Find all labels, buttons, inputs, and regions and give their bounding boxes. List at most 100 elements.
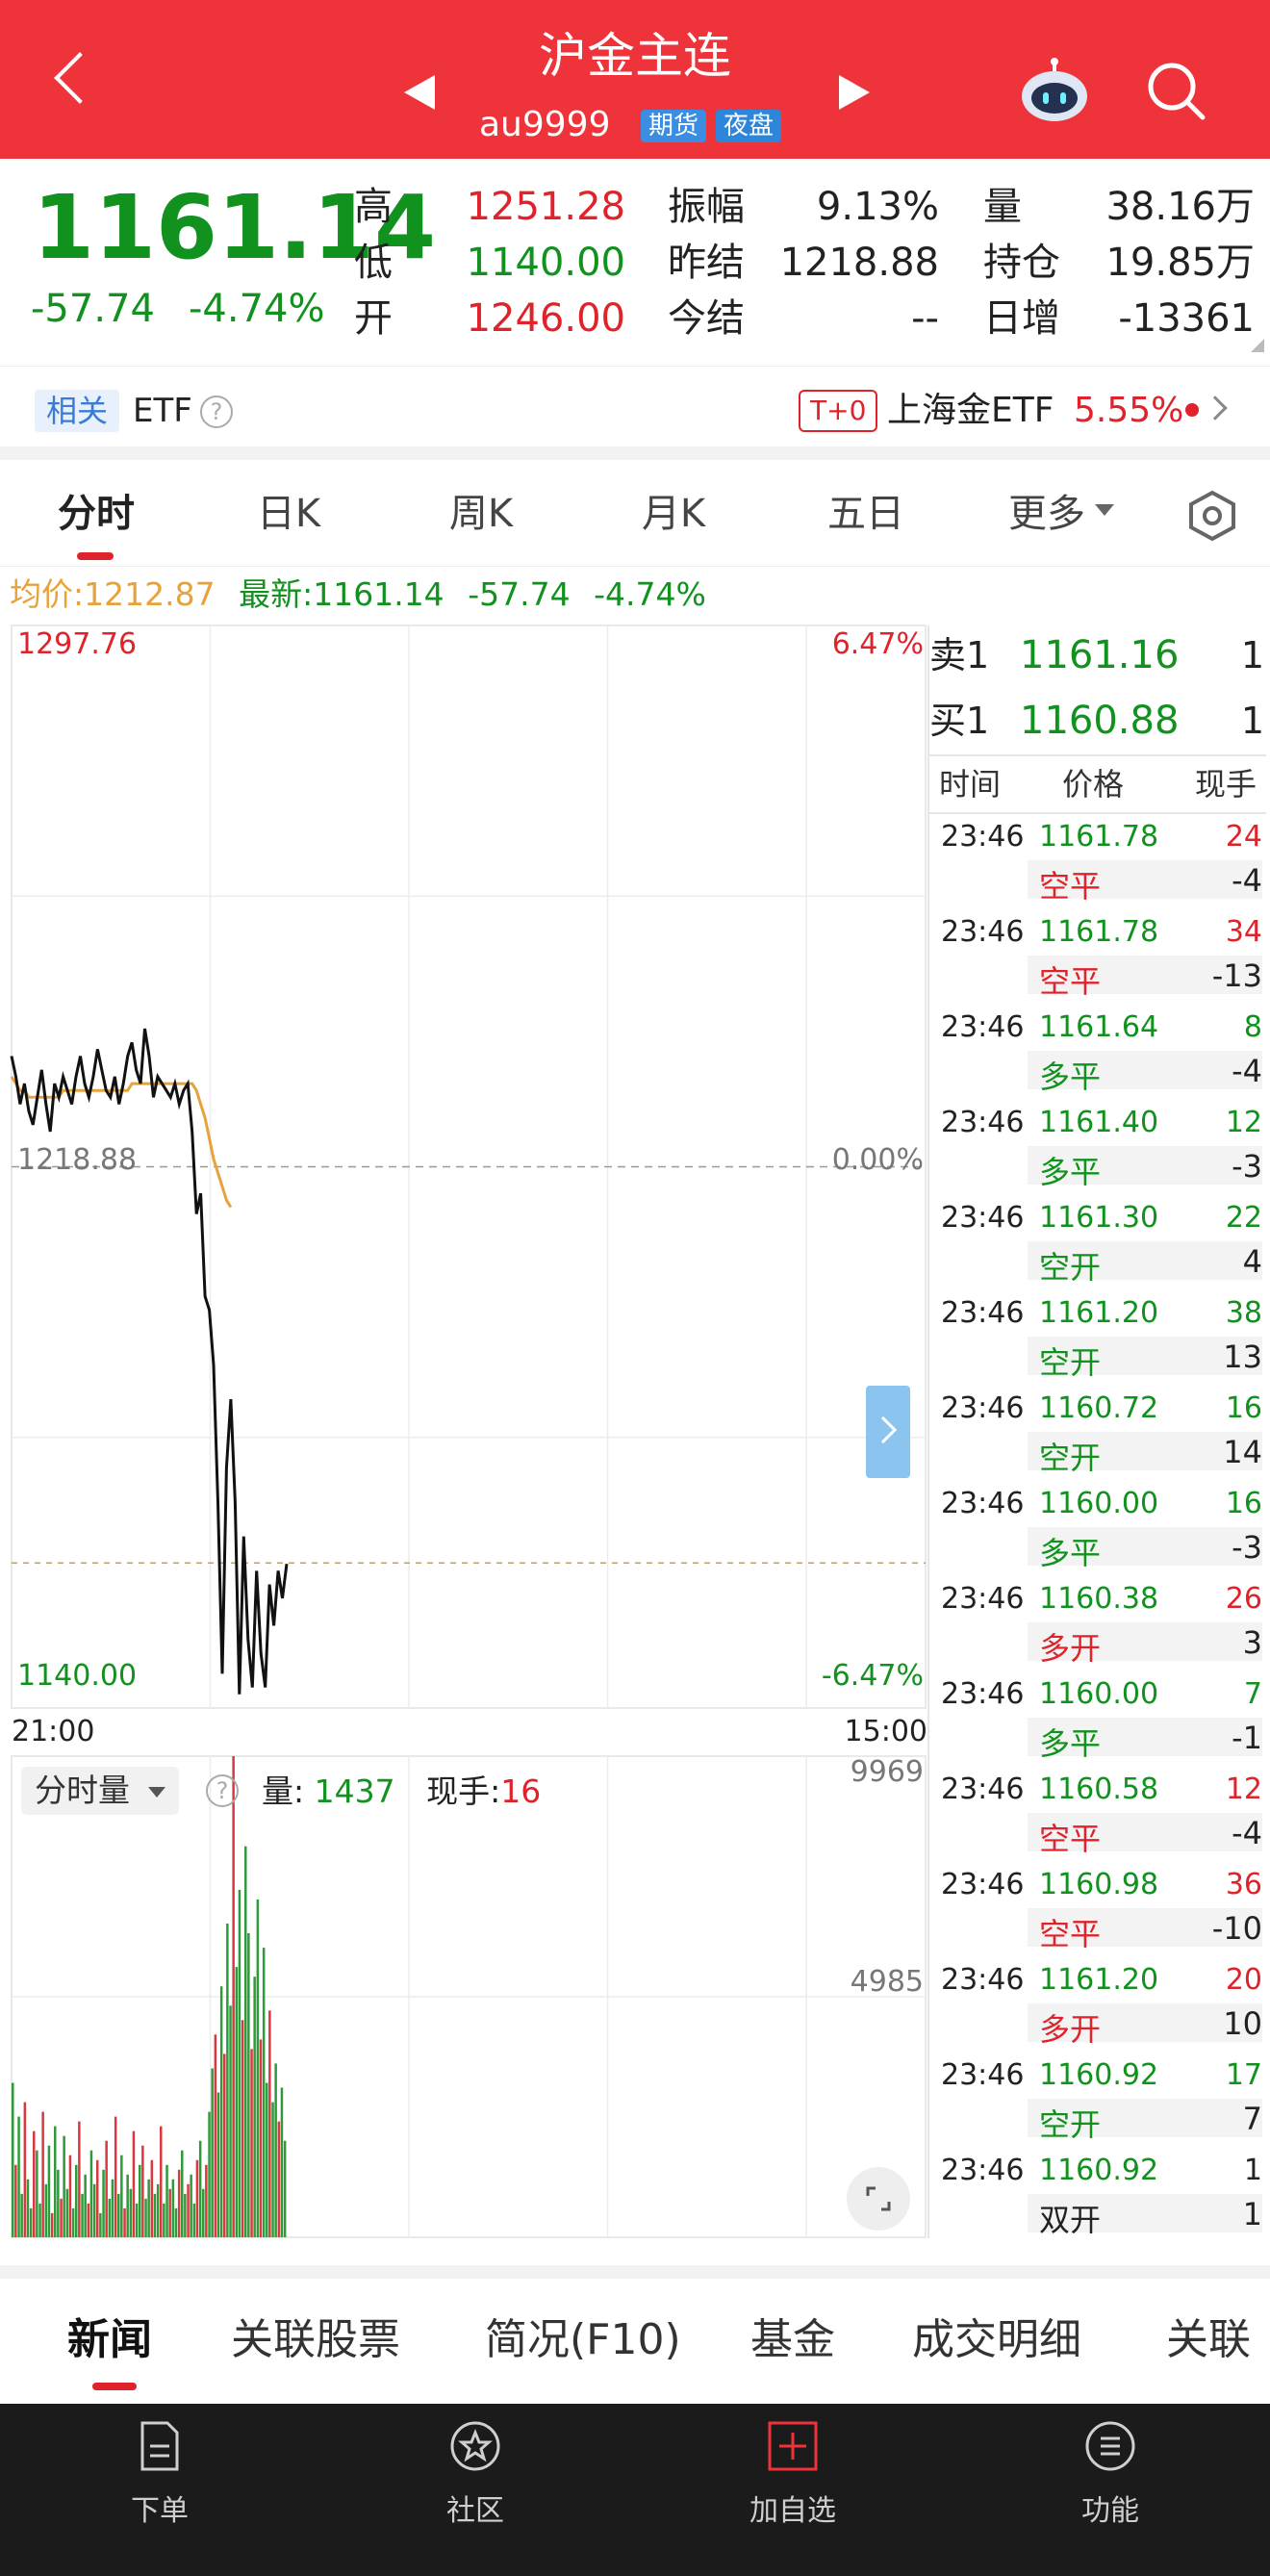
trade-position-change: 3 xyxy=(1242,1624,1262,1661)
divider xyxy=(0,2265,1270,2279)
volume-selector[interactable]: 分时量 xyxy=(21,1767,179,1815)
volume-bar xyxy=(108,2198,112,2237)
tab-monthly-k[interactable]: 月K xyxy=(616,485,731,543)
tab-related-stocks[interactable]: 关联股票 xyxy=(231,2311,400,2369)
trade-type: 多开 xyxy=(1039,2011,1102,2048)
chevron-right-icon xyxy=(869,1416,898,1444)
help-icon[interactable]: ? xyxy=(200,395,233,428)
tab-f10[interactable]: 简况(F10) xyxy=(485,2311,681,2369)
nav-add-watchlist[interactable]: 加自选 xyxy=(706,2404,879,2576)
trade-volume: 36 xyxy=(1225,1868,1262,1901)
volume-bar xyxy=(229,2005,232,2237)
tab-news[interactable]: 新闻 xyxy=(67,2311,152,2369)
trade-price: 1161.78 xyxy=(1039,820,1159,854)
volume-bar xyxy=(268,2010,271,2237)
back-icon[interactable] xyxy=(54,52,106,104)
trade-row: 23:46 1161.78 24 空平 -4 xyxy=(931,814,1262,909)
summary-change-pct: -4.74% xyxy=(594,575,706,613)
tab-intraday[interactable]: 分时 xyxy=(38,485,154,543)
y-mid-label: 1218.88 xyxy=(17,1143,138,1177)
volume-bar xyxy=(165,2164,168,2237)
tab-trade-detail[interactable]: 成交明细 xyxy=(912,2311,1081,2369)
tab-more[interactable]: 更多 xyxy=(999,485,1095,543)
help-icon[interactable]: ? xyxy=(206,1774,239,1807)
etf-bar[interactable]: 相关 ETF ? T+0 上海金ETF 5.55% xyxy=(0,366,1270,452)
nav-order[interactable]: 下单 xyxy=(73,2404,246,2576)
trade-type: 多平 xyxy=(1039,1535,1102,1571)
volume-bar xyxy=(105,2140,108,2237)
latest-price-value: 1161.14 xyxy=(313,575,444,613)
trade-price: 1160.92 xyxy=(1039,2154,1159,2187)
volume-bar xyxy=(247,1933,250,2237)
tab-active-indicator xyxy=(92,2383,137,2390)
trade-price: 1161.30 xyxy=(1039,1201,1159,1235)
trade-position-change: 1 xyxy=(1242,2196,1262,2232)
volume-bar xyxy=(280,2087,284,2237)
prev-contract-icon[interactable] xyxy=(404,75,435,110)
volume-bar xyxy=(17,2116,20,2237)
divider xyxy=(0,446,1270,460)
trade-position-change: -10 xyxy=(1211,1910,1262,1947)
expand-panel-button[interactable] xyxy=(866,1386,910,1478)
contract-code: au9999 xyxy=(479,105,611,144)
volume-bar xyxy=(81,2193,84,2237)
volume-bar xyxy=(259,2039,263,2237)
tab-five-day[interactable]: 五日 xyxy=(808,485,924,543)
volume-bar xyxy=(102,2169,105,2237)
intraday-chart[interactable] xyxy=(0,616,931,2242)
page-title: 沪金主连 xyxy=(539,28,731,84)
robot-assistant-icon[interactable] xyxy=(1018,58,1091,125)
search-icon[interactable] xyxy=(1145,60,1208,123)
trade-volume: 38 xyxy=(1225,1296,1262,1330)
nav-community[interactable]: 社区 xyxy=(389,2404,562,2576)
fullscreen-button[interactable] xyxy=(847,2167,910,2231)
volume-bar xyxy=(129,2188,133,2237)
nav-functions[interactable]: 功能 xyxy=(1024,2404,1197,2576)
volume-bar xyxy=(120,2155,123,2237)
tab-related[interactable]: 关联 xyxy=(1166,2311,1251,2369)
volume-bar xyxy=(156,2183,160,2237)
trade-volume: 22 xyxy=(1225,1201,1262,1235)
tab-daily-k[interactable]: 日K xyxy=(231,485,346,543)
latest-price-label: 最新: xyxy=(239,575,314,613)
nav-add-watchlist-label: 加自选 xyxy=(749,2494,836,2528)
next-contract-icon[interactable] xyxy=(839,75,870,110)
quote-field-label: 今结 xyxy=(668,296,745,341)
bid-label: 买1 xyxy=(929,700,990,742)
volume-top-label: 9969 xyxy=(850,1755,924,1789)
trade-type: 双开 xyxy=(1039,2202,1102,2238)
trade-row: 23:46 1160.98 36 空平 -10 xyxy=(931,1862,1262,1957)
volume-bar xyxy=(26,2179,30,2237)
trade-price: 1161.20 xyxy=(1039,1963,1159,1997)
trade-type: 多平 xyxy=(1039,1058,1102,1095)
trade-time: 23:46 xyxy=(941,1868,1025,1901)
tab-fund[interactable]: 基金 xyxy=(750,2311,835,2369)
status-dot xyxy=(1185,403,1199,417)
divider xyxy=(927,625,929,2238)
trade-row: 23:46 1160.38 26 多开 3 xyxy=(931,1576,1262,1671)
volume-bar xyxy=(68,2155,72,2237)
volume-bar xyxy=(132,2130,136,2237)
volume-bar xyxy=(256,1899,260,2237)
tab-weekly-k[interactable]: 周K xyxy=(423,485,539,543)
trade-volume: 7 xyxy=(1243,1677,1262,1711)
trade-row: 23:46 1161.40 12 多平 -3 xyxy=(931,1100,1262,1195)
volume-bar xyxy=(36,2150,38,2237)
trade-price: 1160.58 xyxy=(1039,1773,1159,1806)
volume-bar xyxy=(38,2203,41,2237)
volume-bar xyxy=(20,2193,23,2237)
trade-position-change: 14 xyxy=(1223,1434,1262,1470)
volume-bar xyxy=(135,2203,139,2237)
settings-hexagon-icon[interactable] xyxy=(1185,489,1239,543)
quote-field-value: 38.16万 xyxy=(1105,185,1255,229)
volume-bar xyxy=(147,2179,150,2237)
trade-row: 23:46 1161.20 20 多开 10 xyxy=(931,1957,1262,2053)
volume-bar xyxy=(223,2053,226,2237)
x-start-label: 21:00 xyxy=(12,1715,95,1748)
volume-bar xyxy=(262,1948,266,2237)
volume-bar xyxy=(99,2212,102,2237)
quote-field-value: 1246.00 xyxy=(466,296,625,341)
volume-bar xyxy=(202,2188,205,2237)
summary-change: -57.74 xyxy=(468,575,571,613)
community-icon xyxy=(450,2421,500,2471)
